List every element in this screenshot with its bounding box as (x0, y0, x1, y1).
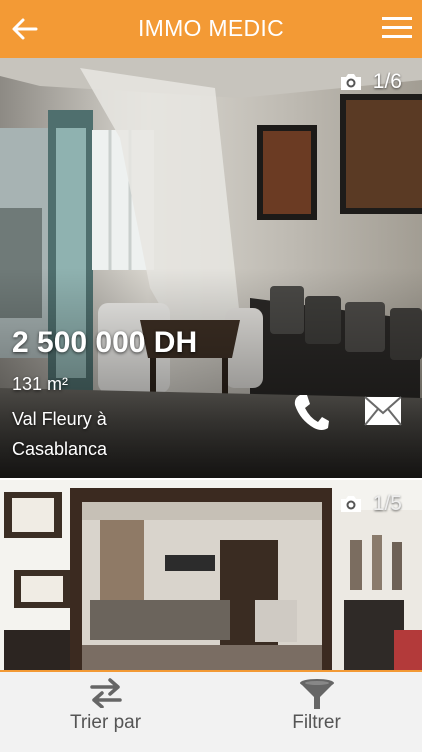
listing-location: Val Fleury à Casablanca (12, 409, 108, 459)
camera-icon (340, 74, 361, 90)
app-bar: IMMO MEDIC (0, 0, 422, 58)
photo-counter: 1/5 (339, 492, 402, 516)
filter-label: Filtrer (292, 712, 341, 733)
bottom-action-bar: Trier par Filtrer (0, 670, 422, 752)
sort-button[interactable]: Trier par (0, 672, 211, 752)
phone-icon[interactable] (292, 392, 330, 432)
filter-button[interactable]: Filtrer (211, 672, 422, 752)
funnel-icon (299, 679, 334, 709)
envelope-icon[interactable] (364, 396, 402, 426)
listing-area: 131 m² (12, 374, 69, 394)
sort-arrows-icon (89, 678, 122, 708)
photo-count-text: 1/5 (372, 492, 402, 515)
listing-price: 2 500 000 DH (12, 326, 198, 359)
listing-card[interactable]: 1/6 2 500 000 DH 131 m² Val Fleury à Cas… (0, 58, 422, 478)
camera-icon (340, 496, 361, 512)
photo-count-text: 1/6 (372, 70, 402, 93)
app-title: IMMO MEDIC (137, 15, 285, 41)
photo-counter: 1/6 (339, 70, 402, 94)
listing-card[interactable]: 1/5 (0, 480, 422, 670)
hamburger-menu-icon[interactable] (382, 15, 412, 41)
sort-label: Trier par (69, 712, 142, 733)
